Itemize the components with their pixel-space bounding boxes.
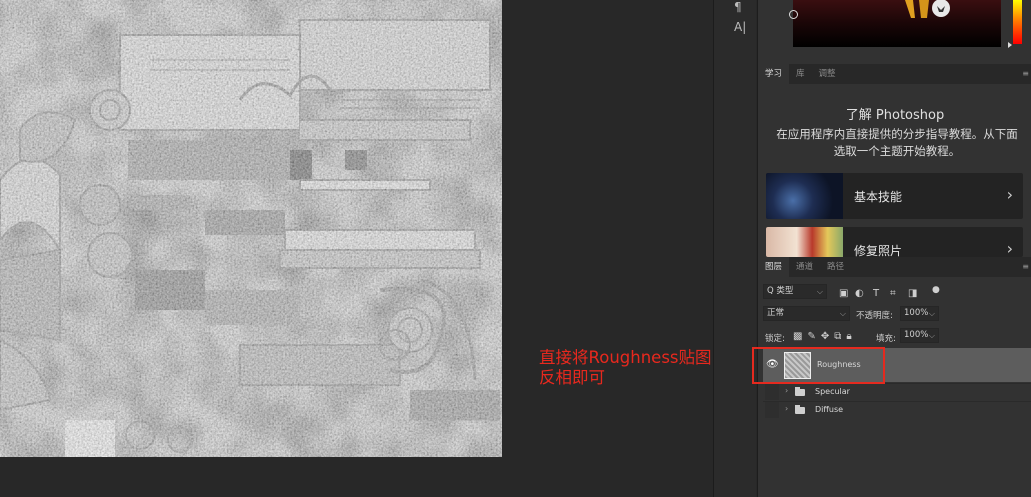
shape-filter-icon[interactable]: ⌗ <box>890 288 896 299</box>
tab-layers[interactable]: 图层 <box>758 257 790 277</box>
learn-card-label: 基本技能 <box>854 190 903 204</box>
learn-description: 在应用程序内直接提供的分步指导教程。从下面选取一个主题开始教程。 <box>776 127 1018 158</box>
blend-mode-dropdown[interactable]: 正常 ⌵ <box>763 306 850 321</box>
color-field[interactable] <box>789 0 1001 47</box>
annotation-line-2: 反相即可 <box>539 368 605 387</box>
opacity-input[interactable]: 100% ⌵ <box>900 306 939 321</box>
opacity-value: 100% <box>904 308 929 318</box>
visibility-toggle[interactable] <box>765 384 779 400</box>
learn-card-basic-skills[interactable]: 基本技能 › <box>766 173 1023 219</box>
opacity-label: 不透明度: <box>856 311 893 321</box>
layer-filter-dropdown[interactable]: Q 类型 ⌵ <box>763 284 827 299</box>
fill-input[interactable]: 100% ⌵ <box>900 328 939 343</box>
learn-card-thumbnail <box>766 173 843 219</box>
chevron-right-icon: › <box>1006 185 1013 204</box>
smart-object-filter-icon[interactable]: ◨ <box>908 288 917 299</box>
chevron-right-icon[interactable]: › <box>785 386 788 395</box>
pixel-filter-icon[interactable]: ▣ <box>839 288 848 299</box>
layer-row-roughness[interactable]: 👁︎ Roughness <box>763 348 1031 382</box>
document-canvas[interactable] <box>0 0 502 457</box>
fill-label: 填充: <box>876 334 896 344</box>
roughness-texture-image <box>0 0 502 457</box>
tab-adjustments[interactable]: 调整 <box>812 64 843 84</box>
layer-name: Specular <box>815 387 850 396</box>
learn-card-fix-photos[interactable]: 修复照片 › <box>766 227 1023 257</box>
tab-channels[interactable]: 通道 <box>789 257 820 277</box>
tab-paths[interactable]: 路径 <box>820 257 851 277</box>
lock-artboard-icon[interactable]: ⧉ <box>834 331 846 342</box>
folder-icon <box>795 405 805 414</box>
lock-position-icon[interactable]: ✥ <box>821 331 834 342</box>
annotation-line-1: 直接将Roughness贴图 <box>539 348 712 367</box>
character-art-icon <box>905 0 950 18</box>
layer-row-diffuse[interactable]: › Diffuse <box>763 401 1031 418</box>
adjustment-filter-icon[interactable]: ◐ <box>855 288 864 299</box>
layer-name: Diffuse <box>815 405 844 414</box>
layer-name: Roughness <box>817 360 861 369</box>
layer-row-specular[interactable]: › Specular <box>763 383 1031 400</box>
chevron-down-icon: ⌵ <box>928 331 935 340</box>
chevron-right-icon[interactable]: › <box>785 404 788 413</box>
lock-icons[interactable]: ▩✎✥⧉🔒︎ <box>793 331 857 342</box>
blend-mode-value: 正常 <box>767 308 785 318</box>
chevron-down-icon: ⌵ <box>928 309 935 318</box>
paragraph-icon[interactable]: ¶ <box>734 0 742 14</box>
hue-slider[interactable] <box>1013 0 1022 44</box>
panel-menu-icon[interactable]: ≡ <box>1022 257 1031 277</box>
fill-value: 100% <box>904 330 929 340</box>
learn-tab-bar: 学习 库 调整 ≡ <box>758 64 1031 84</box>
hue-slider-arrow[interactable] <box>1008 42 1012 48</box>
lock-image-icon[interactable]: ✎ <box>807 331 820 342</box>
lock-all-icon[interactable]: 🔒︎ <box>846 331 856 342</box>
color-picker-cursor[interactable] <box>789 10 798 19</box>
right-panel: 学习 库 调整 ≡ 了解 Photoshop 在应用程序内直接提供的分步指导教程… <box>757 0 1031 497</box>
annotation-text: 直接将Roughness贴图 反相即可 <box>539 348 712 388</box>
tab-libraries[interactable]: 库 <box>789 64 812 84</box>
eye-icon[interactable]: 👁︎ <box>766 359 779 370</box>
chevron-down-icon: ⌵ <box>839 309 846 318</box>
lock-transparent-icon[interactable]: ▩ <box>793 331 807 342</box>
tab-learn[interactable]: 学习 <box>758 64 790 84</box>
learn-title: 了解 Photoshop <box>845 108 945 123</box>
learn-card-label: 修复照片 <box>854 244 903 257</box>
type-filter-icon[interactable]: T <box>873 288 879 299</box>
layers-tab-bar: 图层 通道 路径 ≡ <box>758 257 1031 277</box>
learn-card-thumbnail <box>766 227 843 257</box>
folder-icon <box>795 387 805 396</box>
character-icon[interactable]: A| <box>734 20 746 34</box>
panel-tool-strip: ¶ A| <box>713 0 756 497</box>
layer-filter-label: Q 类型 <box>767 286 794 296</box>
lock-label: 锁定: <box>765 334 785 344</box>
panel-menu-icon[interactable]: ≡ <box>1022 64 1031 84</box>
layer-thumbnail <box>784 352 811 379</box>
filter-toggle-icon[interactable]: ● <box>932 285 940 295</box>
chevron-right-icon: › <box>1006 239 1013 257</box>
chevron-down-icon: ⌵ <box>816 287 823 296</box>
visibility-toggle[interactable] <box>765 402 779 418</box>
